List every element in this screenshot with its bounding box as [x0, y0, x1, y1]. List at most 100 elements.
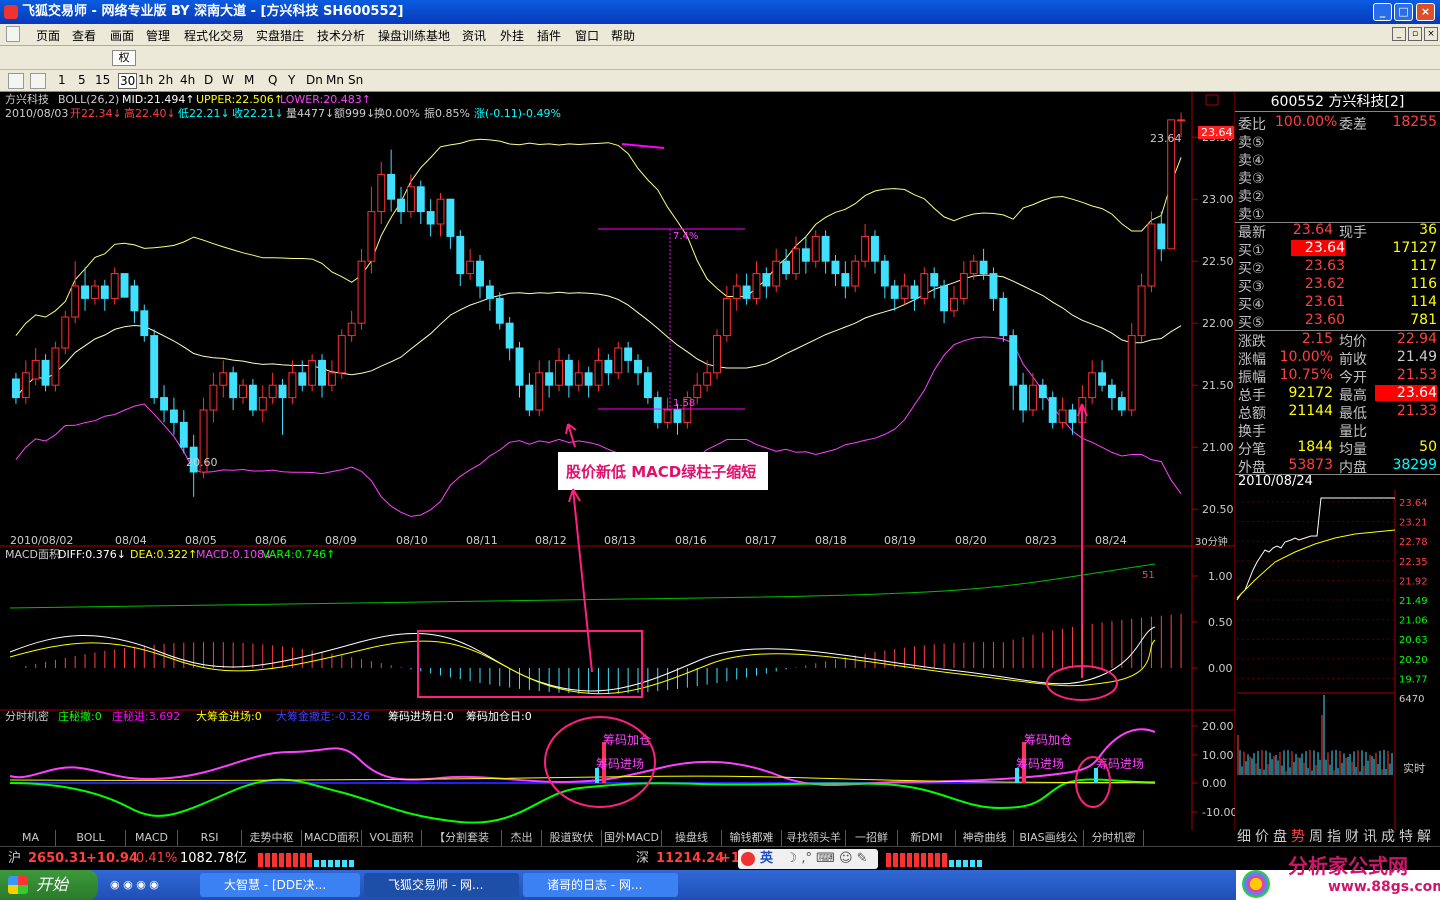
menu-plugin-ext[interactable]: 外挂 [500, 27, 524, 44]
right-tab-6[interactable]: 财 [1345, 828, 1359, 846]
latest-label: 最新 [1238, 225, 1266, 241]
ime-bar[interactable]: 英 ☽ ,° ⌨ ☺ ✎ ✂ [738, 849, 878, 886]
indicator-tab-11[interactable]: 操盘线 [662, 830, 722, 846]
fsjm-tick-label: 0.00 [1202, 777, 1227, 790]
indicator-tab-12[interactable]: 输钱都难 [722, 830, 782, 846]
date-label: 08/06 [255, 534, 287, 547]
period-15[interactable]: 15 [95, 73, 110, 87]
period-4h[interactable]: 4h [180, 73, 195, 87]
task-dazhihui[interactable]: 大智慧 - [DDE决... [200, 873, 360, 897]
period-D[interactable]: D [204, 73, 213, 87]
period-Q[interactable]: Q [268, 73, 277, 87]
indicator-tab-8[interactable]: 杰出 [502, 830, 542, 846]
indicator-tab-18[interactable]: 分时机密 [1084, 830, 1144, 846]
period-W[interactable]: W [222, 73, 234, 87]
intraday-mini-chart[interactable]: 23.64 23.21 22.78 22.35 21.92 21.49 21.06 20.63… [1235, 490, 1440, 830]
task-feihu[interactable]: 飞狐交易师 - 网... [364, 873, 519, 897]
date-label: 08/13 [604, 534, 636, 547]
date-label: 08/12 [535, 534, 567, 547]
task-blog[interactable]: 诸哥的日志 - 网... [523, 873, 678, 897]
indicator-tab-1[interactable]: BOLL [56, 830, 126, 846]
chart-type-icon[interactable] [8, 73, 24, 89]
candle-body [1098, 372, 1107, 386]
ime-mode[interactable]: 英 [760, 851, 773, 866]
period-M[interactable]: M [244, 73, 254, 87]
period-Mn[interactable]: Mn [326, 73, 344, 87]
right-tab-8[interactable]: 成 [1381, 828, 1395, 846]
indicator-tab-15[interactable]: 新DMI [898, 830, 956, 846]
indicator-tab-0[interactable]: MA [6, 830, 56, 846]
status-bar-segment [293, 853, 298, 867]
period-Dn[interactable]: Dn [306, 73, 323, 87]
right-tab-2[interactable]: 盘 [1273, 828, 1287, 846]
indicator-tab-7[interactable]: 【分割套装 [422, 830, 502, 846]
line-chart-icon[interactable] [30, 73, 46, 89]
stat-value: 10.75% [1279, 367, 1333, 383]
indicator-tab-17[interactable]: BIAS画线公 [1014, 830, 1084, 846]
intraday-mini-canvas[interactable]: 23.64 23.21 22.78 22.35 21.92 21.49 21.06 20.63… [1235, 490, 1440, 830]
candle-body [1038, 384, 1047, 399]
menu-screen[interactable]: 画面 [110, 27, 134, 44]
indicator-tab-16[interactable]: 神奇曲线 [956, 830, 1014, 846]
indicator-tab-9[interactable]: 股道致伏 [542, 830, 602, 846]
right-tab-7[interactable]: 讯 [1363, 828, 1377, 846]
maximize-button[interactable]: □ [1394, 3, 1413, 21]
indicator-tab-13[interactable]: 寻找领头羊 [782, 830, 846, 846]
indicator-tab-10[interactable]: 国外MACD [602, 830, 662, 846]
period-30[interactable]: 30 [118, 73, 138, 89]
period-1h[interactable]: 1h [138, 73, 153, 87]
menu-news[interactable]: 资讯 [462, 27, 486, 44]
period-1[interactable]: 1 [58, 73, 66, 87]
quote-date: 2010/08/24 [1238, 474, 1313, 489]
chart-canvas[interactable]: 23.5023.0022.5022.0021.5021.0020.5023.64… [0, 92, 1440, 830]
indicator-tab-3[interactable]: RSI [178, 830, 242, 846]
period-Y[interactable]: Y [288, 73, 295, 87]
indicator-tab-5[interactable]: MACD面积 [302, 830, 362, 846]
indicator-tab-4[interactable]: 走势中枢 [242, 830, 302, 846]
indicator-tab-14[interactable]: 一招鲜 [846, 830, 898, 846]
chip-label: 筹码进场 [596, 757, 644, 771]
right-tab-5[interactable]: 指 [1327, 828, 1341, 846]
mdi-close-button[interactable]: × [1424, 27, 1438, 41]
candle-body [969, 260, 978, 275]
stat-label: 总额 [1238, 406, 1266, 422]
menu-hunt[interactable]: 实盘猎庄 [256, 27, 304, 44]
menu-view[interactable]: 查看 [72, 27, 96, 44]
chart-area[interactable]: 23.5023.0022.5022.0021.5021.0020.5023.64… [0, 92, 1440, 830]
close-button[interactable]: × [1416, 3, 1435, 21]
app-menu-icon[interactable] [6, 26, 20, 42]
watermark: 分析家公式网 www.88gs.com [1236, 854, 1440, 900]
right-tab-1[interactable]: 价 [1255, 828, 1269, 846]
candle-body [851, 260, 860, 287]
period-2h[interactable]: 2h [158, 73, 173, 87]
menu-training[interactable]: 操盘训练基地 [378, 27, 450, 44]
fsjm-tick-label: -10.00 [1202, 806, 1237, 819]
menu-programmatic[interactable]: 程式化交易 [184, 27, 244, 44]
stat-value: 53873 [1288, 457, 1333, 473]
start-button[interactable]: 开始 [0, 870, 98, 900]
menu-manage[interactable]: 管理 [146, 27, 170, 44]
menu-help[interactable]: 帮助 [611, 27, 635, 44]
right-tab-4[interactable]: 周 [1309, 828, 1323, 846]
period-Sn[interactable]: Sn [348, 73, 363, 87]
right-tab-3[interactable]: 势 [1291, 828, 1305, 846]
candle-body [100, 285, 109, 299]
right-tab-9[interactable]: 特 [1399, 828, 1413, 846]
mdi-restore-button[interactable]: ▫ [1408, 27, 1422, 41]
candle-body [337, 335, 346, 374]
menu-page[interactable]: 页面 [36, 27, 60, 44]
indicator-tab-2[interactable]: MACD [126, 830, 178, 846]
window-title: 飞狐交易师 - 网络专业版 BY 深南大道 - [方兴科技 SH600552] [22, 4, 404, 19]
right-tab-0[interactable]: 细 [1237, 828, 1251, 846]
mdi-minimize-button[interactable]: _ [1392, 27, 1406, 41]
menu-window[interactable]: 窗口 [575, 27, 599, 44]
stat-label: 涨跌 [1238, 334, 1266, 350]
rights-dropdown[interactable]: 权 [112, 50, 136, 66]
menu-plugins[interactable]: 插件 [537, 27, 561, 44]
minimize-button[interactable]: _ [1373, 3, 1392, 21]
indicator-tab-6[interactable]: VOL面积 [362, 830, 422, 846]
menu-analysis[interactable]: 技术分析 [317, 27, 365, 44]
period-5[interactable]: 5 [78, 73, 86, 87]
right-tab-10[interactable]: 解 [1417, 828, 1431, 846]
quicklaunch-icons[interactable]: ◉ ◉ ◉ ◉ [110, 878, 159, 891]
